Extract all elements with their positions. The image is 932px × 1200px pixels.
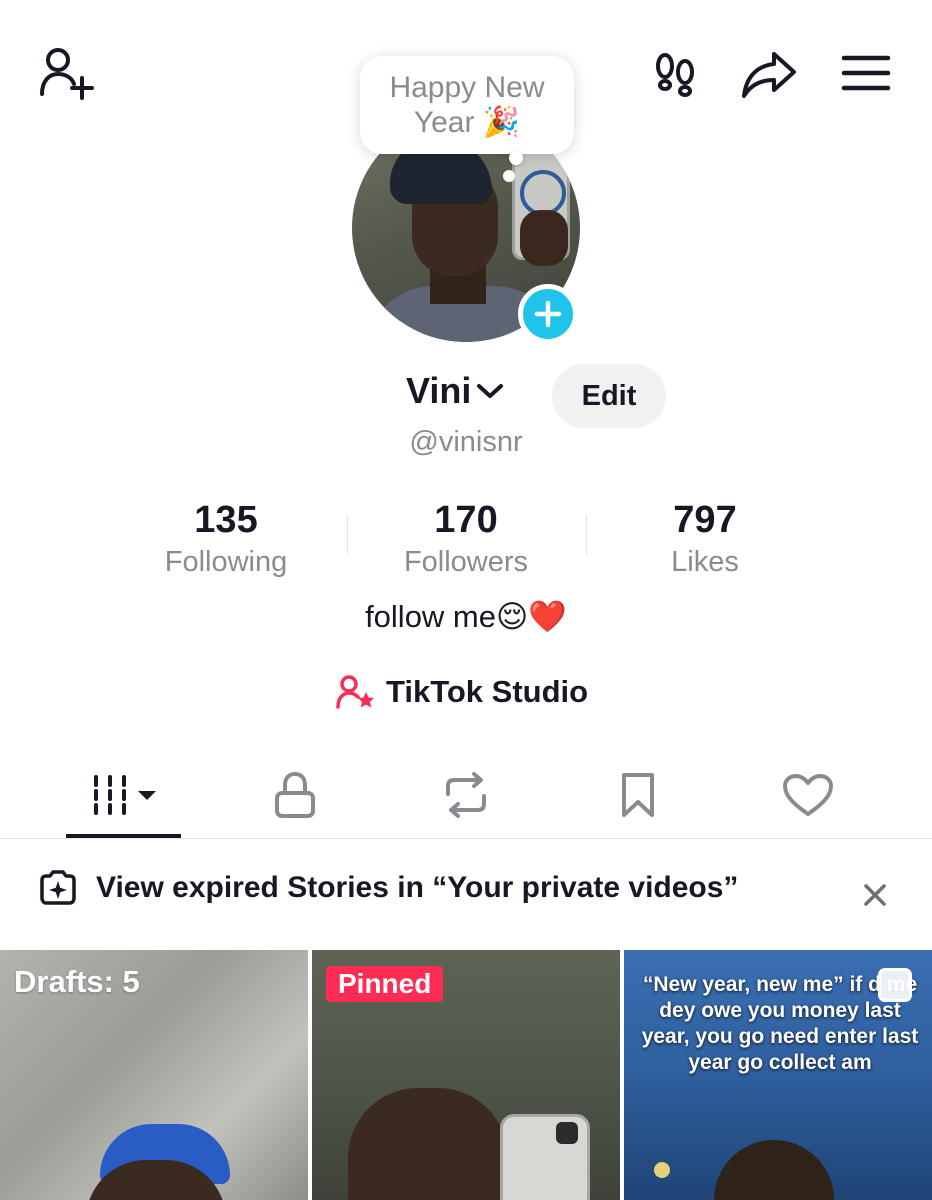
pinned-video-tile[interactable]: Pinned [312,950,620,1200]
pinned-badge: Pinned [326,966,444,1002]
lock-icon [275,771,315,818]
share-button[interactable] [738,46,800,102]
hamburger-menu-icon [841,55,891,91]
tab-reposts[interactable] [426,760,506,830]
note-bubble-tail-small [503,170,515,182]
stat-following[interactable]: 135 Following [116,498,336,580]
video-tile[interactable]: “New year, new me” if d me dey owe you m… [624,950,932,1200]
tabs-divider [0,838,932,839]
stat-likes[interactable]: 797 Likes [595,498,815,580]
chevron-down-icon [477,384,504,398]
heart-icon [783,774,833,816]
stat-divider [347,515,348,555]
repost-icon [446,772,486,818]
stat-divider [586,515,587,555]
videos-grid-icon [93,775,156,815]
expired-stories-text: View expired Stories in “Your private vi… [96,871,739,904]
add-story-button[interactable] [518,284,578,344]
bookmark-icon [622,773,654,817]
tiktok-studio-link[interactable]: TikTok Studio [336,674,588,710]
stat-following-value: 135 [194,499,258,541]
menu-button[interactable] [838,50,894,96]
drafts-tile[interactable]: Drafts: 5 [0,950,308,1200]
tab-liked[interactable] [768,760,848,830]
profile-bio: follow me😌❤️ [365,599,567,634]
note-bubble[interactable]: Happy New Year 🎉 [360,56,574,154]
tab-dropdown-caret [137,791,156,800]
stat-likes-label: Likes [671,546,739,578]
tab-videos[interactable] [66,760,181,830]
profile-name: Vini [406,370,472,411]
note-line-2: Year 🎉 [413,106,521,139]
add-friend-button[interactable] [34,42,100,102]
tab-favorites[interactable] [598,760,678,830]
expired-stories-notice[interactable]: View expired Stories in “Your private vi… [38,870,738,906]
note-bubble-tail [509,151,523,165]
share-arrow-icon [742,52,796,98]
story-sparkle-icon [40,870,76,905]
account-switcher[interactable]: Vini [406,370,505,412]
stat-likes-value: 797 [673,499,737,541]
plus-icon [534,300,562,328]
avatar-hand [520,210,568,266]
note-line-1: Happy New [389,71,545,104]
creator-star-icon [336,675,374,709]
footprints-button[interactable] [648,48,702,100]
edit-profile-button[interactable]: Edit [552,364,666,428]
person-plus-icon [40,48,94,100]
tab-private[interactable] [255,760,335,830]
profile-handle: @vinisnr [409,426,523,458]
tile-subject [348,1088,508,1200]
multi-select-icon [878,968,912,1002]
close-notice-button[interactable] [858,878,892,912]
drafts-count-label: Drafts: 5 [14,964,140,999]
tiktok-studio-label: TikTok Studio [386,674,589,709]
stat-following-label: Following [164,546,288,578]
tile-light [654,1162,670,1178]
stat-followers[interactable]: 170 Followers [356,498,576,580]
tile-phone-camera [556,1122,578,1144]
tile-subject [714,1140,834,1200]
footprints-icon [656,53,694,97]
stat-followers-value: 170 [434,499,498,541]
close-icon [864,884,886,906]
stat-followers-label: Followers [403,546,529,578]
